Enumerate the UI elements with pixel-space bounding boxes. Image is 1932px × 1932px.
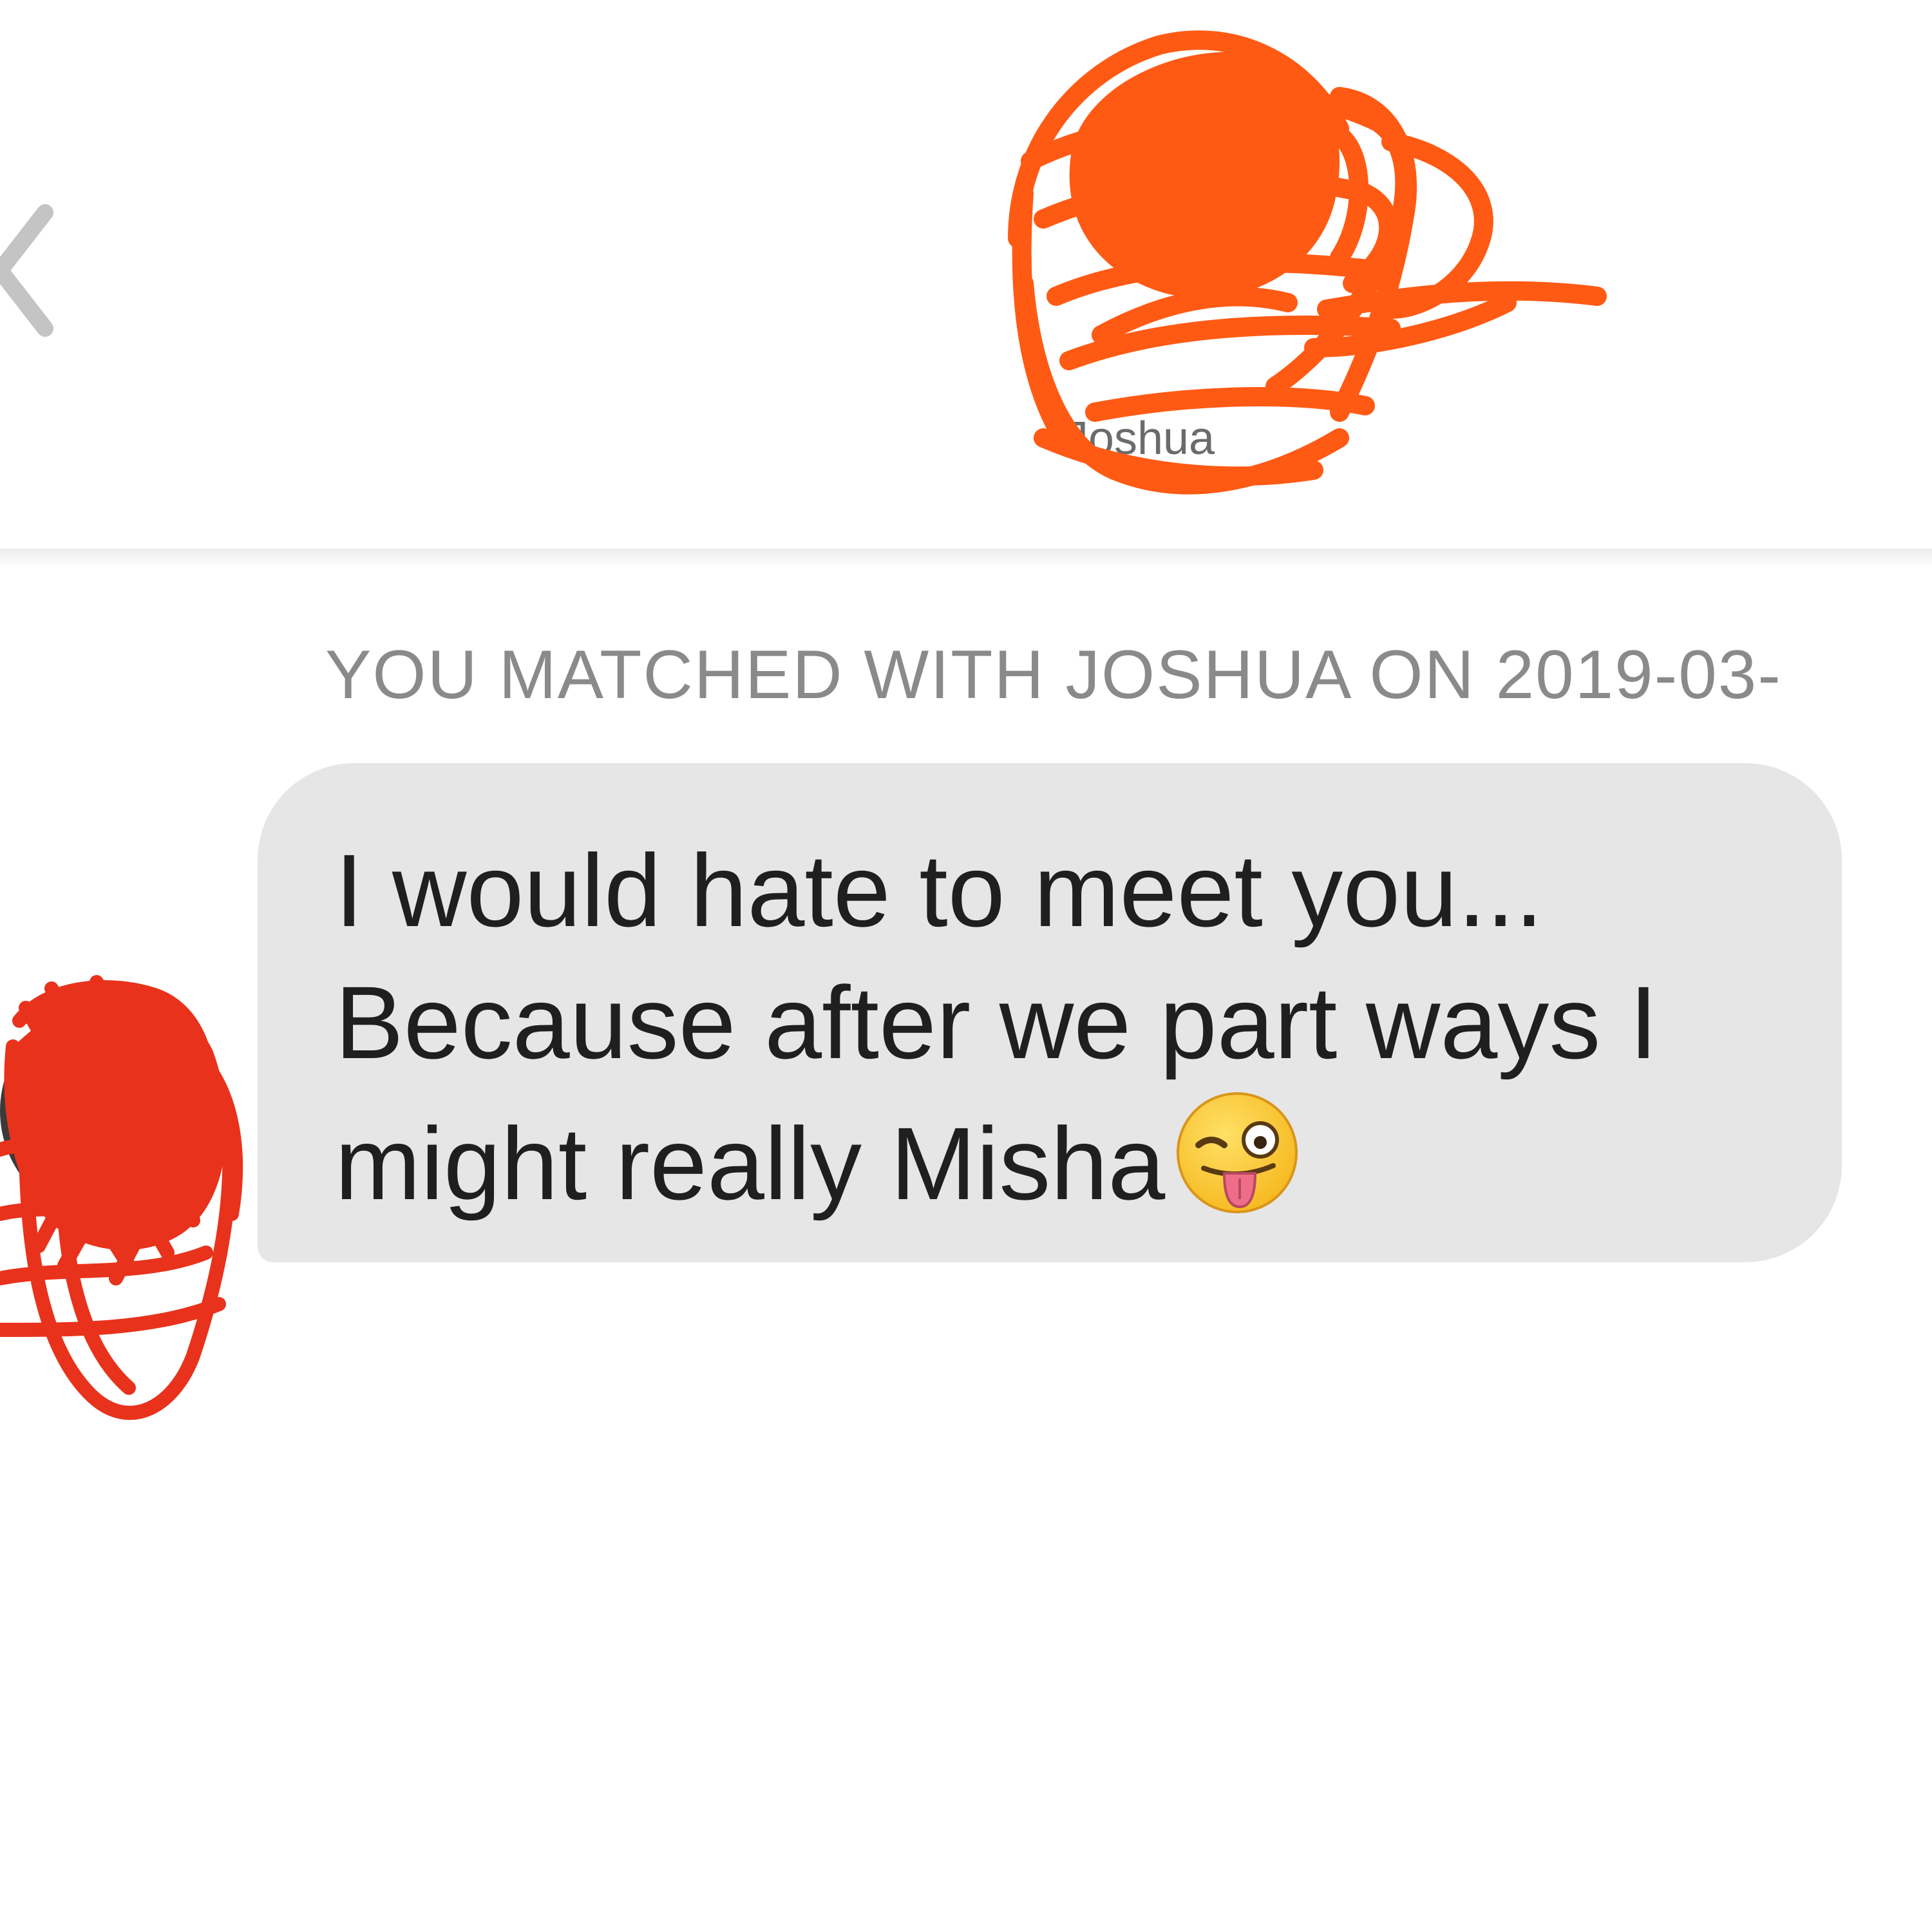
match-notice: YOU MATCHED WITH JOSHUA ON 2019-03- [325, 636, 1782, 713]
message-line: I would hate to meet you... [335, 833, 1544, 948]
message-line-text: might really Misha [335, 1106, 1166, 1221]
chat-screen: Joshua YOU MATCHED WITH JOSHUA ON 2019-0… [0, 0, 1932, 1932]
chat-header: Joshua [0, 0, 1932, 549]
message-row: I would hate to meet you... Because afte… [0, 763, 1932, 1446]
avatar-redaction-scribble [0, 975, 243, 1420]
message-line: Because after we part ways I [335, 965, 1658, 1080]
back-button[interactable] [0, 187, 90, 354]
message-bubble[interactable]: I would hate to meet you... Because afte… [258, 763, 1842, 1262]
match-profile[interactable]: Joshua [1005, 26, 1623, 502]
chevron-left-icon [0, 204, 53, 337]
header-divider [0, 549, 1932, 568]
message-line-last: might really Misha [335, 1088, 1790, 1229]
profile-redaction-scribble [1008, 30, 1607, 495]
sender-avatar[interactable] [0, 943, 270, 1446]
winking-face-with-tongue-icon [1173, 1088, 1302, 1217]
